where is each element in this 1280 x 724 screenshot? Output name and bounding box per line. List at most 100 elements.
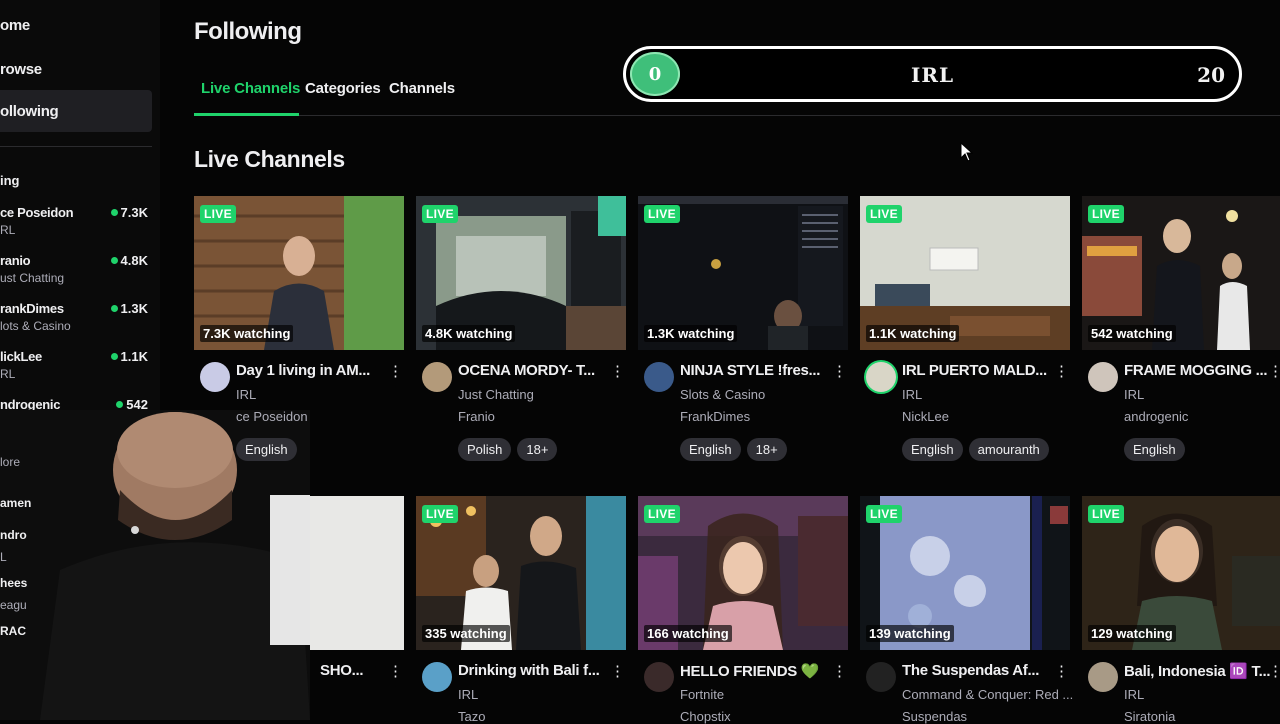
live-dot-icon [116,401,124,408]
tag[interactable]: English [236,438,297,461]
stream-channel[interactable]: androgenic [1124,409,1188,424]
tag[interactable]: English [902,438,963,461]
more-options-icon[interactable]: ⋮ [832,662,847,682]
stream-thumbnail[interactable]: LIVE 129 watching [1082,496,1280,650]
followed-channel-category: ust Chatting [0,271,65,285]
more-options-icon[interactable]: ⋮ [832,362,847,382]
sidebar-extra-item[interactable]: ndro [0,528,27,542]
stream-category[interactable]: Just Chatting [458,387,534,402]
stream-channel[interactable]: Chopstix [680,709,731,724]
channel-avatar[interactable] [422,362,452,392]
nav-following-label: ollowing [0,102,59,120]
tab-live-channels[interactable]: Live Channels [201,80,300,97]
tag[interactable]: 18+ [517,438,558,461]
stream-title[interactable]: Drinking with Bali f... [458,662,610,679]
followed-channel-category: RL [0,367,16,381]
tag[interactable]: English [1124,438,1185,461]
stream-title[interactable]: SHO... [320,662,380,679]
sidebar-more-label[interactable]: lore [0,455,20,469]
more-options-icon[interactable]: ⋮ [1054,662,1069,682]
stream-thumbnail[interactable]: LIVE 7.3K watching [194,196,404,350]
active-tab-indicator [194,113,299,116]
stream-channel[interactable]: Suspendas [902,709,967,724]
stream-channel[interactable]: ce Poseidon [236,409,308,424]
stream-thumbnail[interactable]: LIVE 4.8K watching [416,196,626,350]
stream-title[interactable]: NINJA STYLE !fres... [680,362,832,379]
sidebar-extra-item[interactable]: hees [0,576,27,590]
nav-browse[interactable]: rowse [0,51,42,87]
followed-channel[interactable]: ranio ust Chatting 4.8K [0,253,152,293]
stream-category[interactable]: Command & Conquer: Red ... [902,687,1073,702]
followed-channel-name: ranio [0,253,31,268]
followed-channel[interactable]: ce Poseidon RL 7.3K [0,205,152,245]
followed-channel[interactable]: rankDimes lots & Casino 1.3K [0,301,152,341]
more-options-icon[interactable]: ⋮ [610,362,625,382]
nav-home[interactable]: ome [0,7,30,43]
stream-channel[interactable]: Tazo [458,709,485,724]
tag[interactable]: English [680,438,741,461]
stream-channel[interactable]: Franio [458,409,495,424]
tab-channels[interactable]: Channels [389,80,455,97]
more-options-icon[interactable]: ⋮ [1268,362,1280,382]
stream-thumbnail[interactable]: LIVE 1.3K watching [638,196,848,350]
channel-avatar[interactable] [866,662,896,692]
stream-category[interactable]: IRL [902,387,922,402]
channel-avatar[interactable] [1088,362,1118,392]
more-options-icon[interactable]: ⋮ [610,662,625,682]
more-options-icon[interactable]: ⋮ [388,662,403,682]
tag[interactable]: Polish [458,438,512,461]
followed-channel-category: RL [0,223,16,237]
stream-title[interactable]: Bali, Indonesia 🆔 T... [1124,662,1276,680]
stream-thumbnail[interactable]: LIVE 166 watching [638,496,848,650]
followed-channel[interactable]: lickLee RL 1.1K [0,349,152,389]
followed-channel-name: rankDimes [0,301,64,316]
tag-list: English 18+ [680,438,787,461]
stream-thumbnail[interactable]: LIVE 139 watching [860,496,1070,650]
live-badge: LIVE [644,205,680,223]
more-options-icon[interactable]: ⋮ [1268,662,1280,682]
stream-title[interactable]: HELLO FRIENDS 💚 [680,662,832,680]
stream-category[interactable]: IRL [458,687,478,702]
more-options-icon[interactable]: ⋮ [388,362,403,382]
sidebar-extra-item: eagu [0,598,27,612]
stream-category[interactable]: Slots & Casino [680,387,765,402]
channel-avatar[interactable] [422,662,452,692]
more-options-icon[interactable]: ⋮ [1054,362,1069,382]
live-badge: LIVE [422,205,458,223]
stream-category[interactable]: IRL [1124,387,1144,402]
stream-channel[interactable]: NickLee [902,409,949,424]
live-dot-icon [110,305,118,312]
progress-label: IRL [910,63,955,87]
sidebar-extra-item[interactable]: amen [0,496,31,510]
channel-avatar[interactable] [866,362,896,392]
live-badge: LIVE [422,505,458,523]
stream-channel[interactable]: FrankDimes [680,409,750,424]
stream-title[interactable]: OCENA MORDY- T... [458,362,610,379]
stream-thumbnail[interactable] [310,496,404,650]
stream-title[interactable]: IRL PUERTO MALD... [902,362,1054,379]
stream-category[interactable]: Fortnite [680,687,724,702]
stream-category[interactable]: IRL [236,387,256,402]
stream-thumbnail[interactable]: LIVE 1.1K watching [860,196,1070,350]
tab-categories[interactable]: Categories [305,80,381,97]
channel-avatar[interactable] [644,362,674,392]
channel-avatar[interactable] [1088,662,1118,692]
followed-channel-viewers: 4.8K [110,253,148,268]
stream-thumbnail[interactable]: LIVE 542 watching [1082,196,1280,350]
viewer-count: 542 watching [1088,325,1176,342]
tag[interactable]: 18+ [746,438,787,461]
stream-category[interactable]: IRL [1124,687,1144,702]
stream-channel[interactable]: Siratonia [1124,709,1175,724]
stream-title[interactable]: The Suspendas Af... [902,662,1054,679]
sidebar-extra-item[interactable]: RAC [0,624,26,638]
live-dot-icon [110,353,118,360]
live-dot-icon [110,257,118,264]
followed-channel-viewers: 1.3K [110,301,148,316]
tag[interactable]: amouranth [968,438,1049,461]
channel-avatar[interactable] [644,662,674,692]
channel-avatar[interactable] [200,362,230,392]
stream-thumbnail[interactable]: LIVE 335 watching [416,496,626,650]
nav-following[interactable]: ollowing [0,90,152,132]
stream-title[interactable]: FRAME MOGGING ... [1124,362,1276,379]
stream-title[interactable]: Day 1 living in AM... [236,362,388,379]
